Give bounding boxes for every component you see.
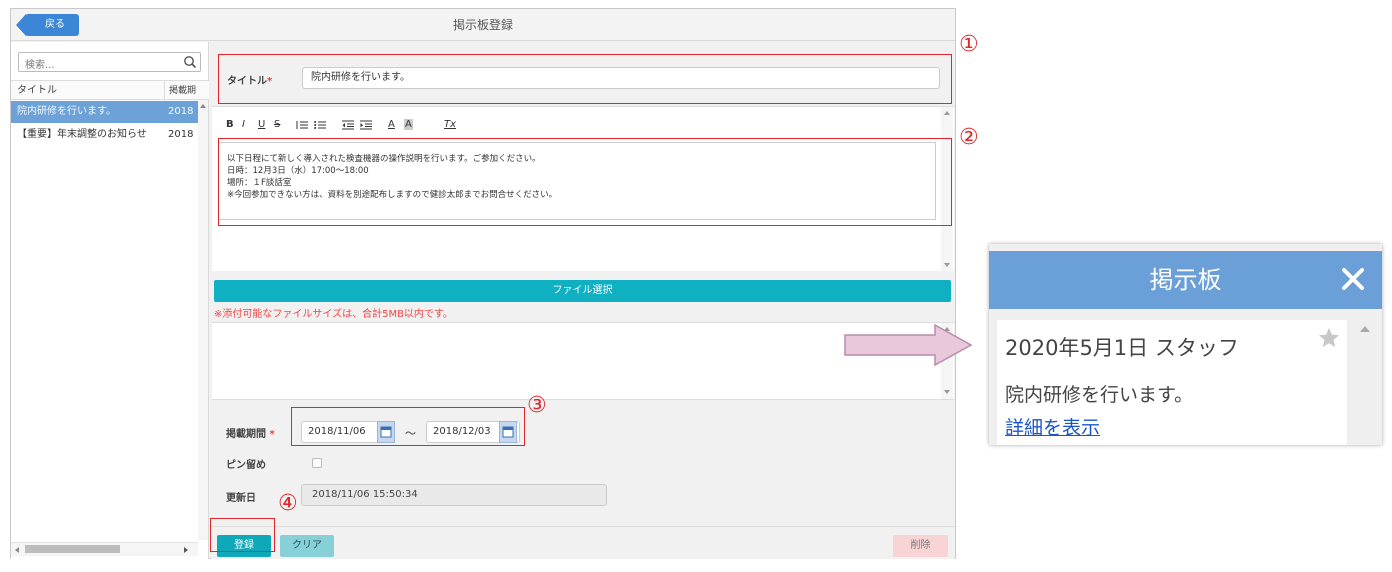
period-label: 掲載期間 * <box>226 429 275 440</box>
column-date-header[interactable]: 掲載期 <box>164 81 202 101</box>
pin-checkbox[interactable] <box>312 458 322 468</box>
scrollbar-thumb[interactable] <box>25 545 120 553</box>
annotation-marker-3: ③ <box>527 393 547 418</box>
scroll-up-icon <box>1360 326 1370 332</box>
scroll-down-icon[interactable] <box>943 389 951 395</box>
close-icon[interactable] <box>1338 264 1368 294</box>
list-header: タイトル 掲載期 <box>11 80 209 101</box>
action-bar: 登録 クリア 削除 <box>211 526 955 559</box>
italic-button[interactable]: I <box>242 119 245 130</box>
preview-title: 掲示板 <box>1149 266 1222 294</box>
scroll-up-icon[interactable] <box>199 103 207 109</box>
updated-label: 更新日 <box>226 493 256 504</box>
updated-date-field: 2018/11/06 15:50:34 <box>301 484 607 506</box>
list-vertical-scrollbar[interactable] <box>198 100 208 540</box>
list-item-title: 【重要】年末調整のお知らせ <box>17 129 147 140</box>
annotation-marker-4: ④ <box>278 491 298 516</box>
post-list-panel: 検索... タイトル 掲載期 院内研修を行います。 2018 【重要】年末調整の… <box>11 42 209 559</box>
font-color-button[interactable]: A <box>388 119 395 130</box>
bulletin-preview-panel: 掲示板 2020年5月1日 スタッフ 院内研修を行います。 詳細を表示 <box>989 244 1382 445</box>
preview-post-card: 2020年5月1日 スタッフ 院内研修を行います。 詳細を表示 <box>997 320 1347 445</box>
annotation-box-3 <box>291 407 525 446</box>
bold-button[interactable]: B <box>226 119 234 130</box>
annotation-box-2 <box>218 138 952 226</box>
annotation-marker-2: ② <box>959 125 979 150</box>
preview-header: 掲示板 <box>989 251 1382 309</box>
search-input[interactable]: 検索... <box>18 52 201 72</box>
list-item-title: 院内研修を行います。 <box>17 106 116 117</box>
title-bar: 掲示板登録 戻る <box>11 9 955 41</box>
show-detail-link[interactable]: 詳細を表示 <box>1005 413 1100 440</box>
strike-button[interactable]: S <box>274 119 280 130</box>
register-form: タイトル* 院内研修を行います。 B I U S A A Tx 以下日程にて新し… <box>211 42 955 559</box>
annotation-box-4 <box>210 518 275 552</box>
annotation-box-1 <box>218 54 952 104</box>
scroll-right-icon[interactable] <box>183 546 189 554</box>
file-select-button[interactable]: ファイル選択 <box>214 280 951 302</box>
scroll-up-icon[interactable] <box>943 110 951 116</box>
star-icon[interactable] <box>1317 326 1341 350</box>
scroll-left-icon[interactable] <box>14 546 20 554</box>
bullet-list-icon[interactable] <box>314 120 326 130</box>
underline-button[interactable]: U <box>258 119 265 130</box>
preview-scrollbar[interactable] <box>1352 320 1378 445</box>
clear-format-button[interactable]: Tx <box>444 119 456 130</box>
scroll-down-icon[interactable] <box>943 262 951 268</box>
outdent-icon[interactable] <box>342 120 354 130</box>
back-button[interactable]: 戻る <box>16 14 79 36</box>
post-title: 院内研修を行います。 <box>1005 384 1194 406</box>
right-arrow-icon <box>844 323 973 367</box>
window-title: 掲示板登録 <box>452 18 513 32</box>
list-item[interactable]: 【重要】年末調整のお知らせ 2018 <box>11 124 198 146</box>
search-icon[interactable] <box>183 55 197 69</box>
pin-label: ピン留め <box>226 460 266 471</box>
column-title-header[interactable]: タイトル <box>17 81 57 101</box>
editor-toolbar: B I U S A A <box>222 119 422 135</box>
list-item-date: 2018 <box>168 106 194 117</box>
post-date-author: 2020年5月1日 スタッフ <box>1005 336 1239 360</box>
clear-button[interactable]: クリア <box>280 535 334 557</box>
delete-button[interactable]: 削除 <box>893 535 948 557</box>
file-size-note: ※添付可能なファイルサイズは、合計5MB以内です。 <box>214 309 453 320</box>
list-item[interactable]: 院内研修を行います。 2018 <box>11 101 198 123</box>
indent-icon[interactable] <box>360 120 372 130</box>
annotation-marker-1: ① <box>959 32 979 57</box>
list-item-date: 2018 <box>168 129 194 140</box>
ordered-list-icon[interactable] <box>296 120 308 130</box>
background-color-button[interactable]: A <box>404 119 413 130</box>
